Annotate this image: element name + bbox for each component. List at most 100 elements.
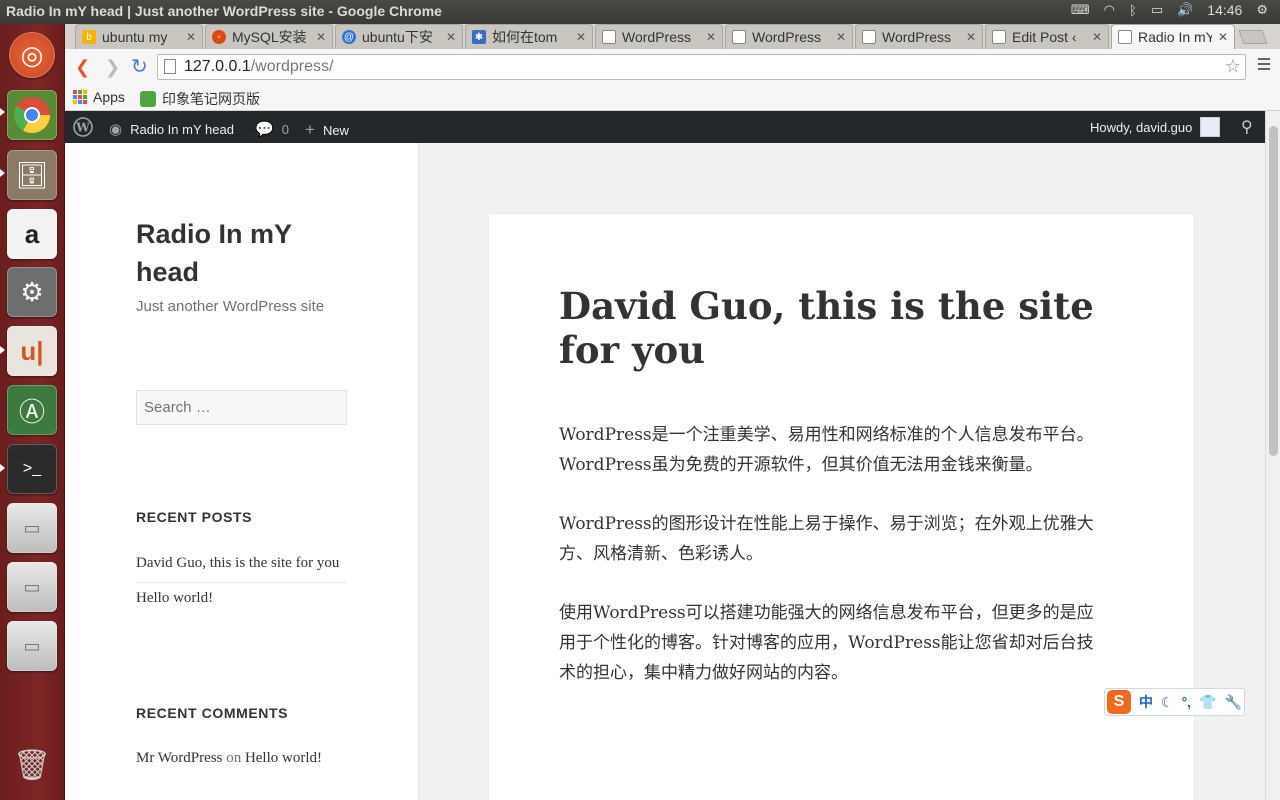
svg-text:W: W — [75, 121, 90, 135]
tab-2[interactable]: ◦ MySQL安装 ✕ — [205, 24, 333, 49]
close-icon[interactable]: ✕ — [576, 30, 586, 44]
dashboard-icon: ◉ — [109, 121, 123, 138]
browser-window: b ubuntu my ✕ ◦ MySQL安装 ✕ @ ubuntu下安 ✕ ✱ 如何在tom… — [65, 24, 1280, 800]
admin-site-link[interactable]: ◉ Radio In mY head — [109, 120, 234, 138]
page-icon — [732, 30, 746, 44]
evernote-icon — [140, 91, 156, 107]
scroll-thumb[interactable] — [1269, 126, 1278, 456]
close-icon[interactable]: ✕ — [316, 30, 326, 44]
star-icon[interactable]: ☆ — [1225, 56, 1241, 77]
page-icon — [862, 30, 876, 44]
page-icon — [164, 59, 176, 74]
post-title[interactable]: David Guo, this is the site for you — [559, 284, 1119, 372]
trash-icon[interactable]: 🗑 — [7, 740, 57, 790]
avatar — [1200, 117, 1221, 137]
recent-comment-item: Mr WordPress on Hello world! — [136, 750, 323, 766]
sidebar: Radio In mY head Just another WordPress … — [65, 143, 419, 800]
back-icon[interactable]: ❮ — [75, 57, 90, 78]
system-settings-icon[interactable]: ⚙ — [7, 267, 57, 317]
tab-6[interactable]: WordPress ✕ — [725, 24, 853, 49]
tab-7[interactable]: WordPress ✕ — [855, 24, 983, 49]
drive-1-icon[interactable]: ▭ — [7, 503, 57, 553]
skin-icon[interactable]: 👕 — [1199, 694, 1216, 711]
tab-1[interactable]: b ubuntu my ✕ — [75, 24, 203, 49]
wrench-icon[interactable]: 🔧 — [1225, 694, 1242, 711]
wordpress-logo-icon[interactable]: W — [73, 117, 93, 137]
close-icon[interactable]: ✕ — [186, 30, 196, 44]
tab-5[interactable]: WordPress ✕ — [595, 24, 723, 49]
post-paragraph: WordPress的图形设计在性能上易于操作、易于浏览；在外观上优雅大方、风格清… — [559, 514, 1094, 564]
keyboard-icon[interactable]: ⌨ — [1071, 2, 1090, 18]
post-article: David Guo, this is the site for you Word… — [489, 214, 1194, 800]
drive-3-icon[interactable]: ▭ — [7, 621, 57, 671]
recent-posts-title: RECENT POSTS — [136, 509, 253, 525]
top-panel: Radio In mY head | Just another WordPres… — [0, 0, 1280, 24]
terminal-icon[interactable]: >_ — [7, 444, 57, 494]
software-updater-icon[interactable]: Ⓐ — [7, 385, 57, 435]
url-host: 127.0.0.1 — [184, 58, 251, 75]
tab-9-active[interactable]: Radio In mY ✕ — [1111, 24, 1235, 49]
menu-icon[interactable] — [1258, 58, 1270, 73]
close-icon[interactable]: ✕ — [706, 30, 716, 44]
clock[interactable]: 14:46 — [1207, 2, 1242, 18]
site-icon: ✱ — [472, 30, 486, 44]
punctuation-icon[interactable]: °, — [1182, 694, 1192, 710]
bookmark-apps[interactable]: Apps — [73, 89, 125, 105]
admin-account-menu[interactable]: Howdy, david.guo — [1090, 117, 1221, 137]
admin-new-link[interactable]: + New — [305, 120, 349, 140]
battery-icon[interactable]: ▭ — [1151, 2, 1163, 18]
close-icon[interactable]: ✕ — [446, 30, 456, 44]
recent-post-link[interactable]: David Guo, this is the site for you — [136, 548, 347, 583]
post-paragraph: 使用WordPress可以搭建功能强大的网络信息发布平台，但更多的是应用于个性化… — [559, 603, 1094, 683]
bookmarks-bar: Apps 印象笔记网页版 — [65, 85, 1280, 111]
sogou-logo-icon[interactable]: S — [1107, 690, 1131, 714]
toolbar: ❮ ❯ ↻ 127.0.0.1/wordpress/ ☆ — [65, 49, 1280, 85]
search-input[interactable] — [136, 390, 347, 425]
close-icon[interactable]: ✕ — [1092, 30, 1102, 44]
comment-bubble-icon: 💬 — [255, 121, 274, 138]
page-icon — [992, 30, 1006, 44]
post-paragraph: WordPress是一个注重美学、易用性和网络标准的个人信息发布平台。WordP… — [559, 425, 1094, 475]
ubuntu-one-icon[interactable]: u| — [7, 326, 57, 376]
close-icon[interactable]: ✕ — [966, 30, 976, 44]
bookmark-evernote[interactable]: 印象笔记网页版 — [140, 89, 260, 109]
wifi-icon[interactable]: ◠ — [1104, 2, 1115, 18]
drive-2-icon[interactable]: ▭ — [7, 562, 57, 612]
plus-icon: + — [305, 120, 315, 139]
reload-icon[interactable]: ↻ — [131, 54, 148, 79]
moon-icon[interactable]: ☾ — [1161, 694, 1174, 711]
post-content: WordPress是一个注重美学、易用性和网络标准的个人信息发布平台。WordP… — [559, 420, 1109, 717]
new-tab-button[interactable] — [1238, 30, 1268, 44]
close-icon[interactable]: ✕ — [836, 30, 846, 44]
search-icon[interactable]: ⚲ — [1241, 117, 1253, 137]
ime-mode[interactable]: 中 — [1139, 692, 1153, 712]
recent-comments-list: Mr WordPress on Hello world! — [136, 747, 347, 769]
close-icon[interactable]: ✕ — [1218, 30, 1228, 44]
volume-icon[interactable]: 🔊 — [1177, 2, 1193, 18]
tab-3[interactable]: @ ubuntu下安 ✕ — [335, 24, 463, 49]
recent-post-link[interactable]: Hello world! — [136, 583, 347, 617]
bing-icon: b — [82, 30, 96, 44]
scrollbar[interactable] — [1265, 111, 1280, 800]
forward-icon[interactable]: ❯ — [105, 57, 120, 78]
chrome-icon[interactable] — [7, 90, 57, 140]
url-path: /wordpress/ — [250, 58, 334, 75]
launcher: ◎ 🗄 a ⚙ u| Ⓐ >_ ▭ ▭ ▭ 🗑 — [0, 24, 65, 800]
page-icon — [602, 30, 616, 44]
ubuntu-forum-icon: ◦ — [212, 30, 226, 44]
comment-author-link[interactable]: Mr WordPress — [136, 750, 222, 766]
admin-comments-link[interactable]: 💬 0 — [255, 120, 289, 138]
files-icon[interactable]: 🗄 — [7, 150, 57, 200]
gear-icon[interactable]: ⚙ — [1256, 2, 1268, 18]
wp-admin-bar: W ◉ Radio In mY head 💬 0 + New Howdy, da… — [65, 111, 1265, 143]
ubuntu-dash-icon[interactable]: ◎ — [9, 32, 55, 78]
tab-8[interactable]: Edit Post ‹ ✕ — [985, 24, 1109, 49]
comment-post-link[interactable]: Hello world! — [245, 750, 322, 766]
page-viewport: W ◉ Radio In mY head 💬 0 + New Howdy, da… — [65, 111, 1280, 800]
ime-toolbar[interactable]: S 中 ☾ °, 👕 🔧 — [1104, 688, 1245, 716]
address-bar[interactable]: 127.0.0.1/wordpress/ ☆ — [157, 54, 1246, 80]
bluetooth-icon[interactable]: ᛒ — [1129, 3, 1137, 18]
site-title[interactable]: Radio In mY head — [136, 215, 346, 291]
amazon-icon[interactable]: a — [7, 209, 57, 259]
tab-4[interactable]: ✱ 如何在tom ✕ — [465, 24, 593, 49]
